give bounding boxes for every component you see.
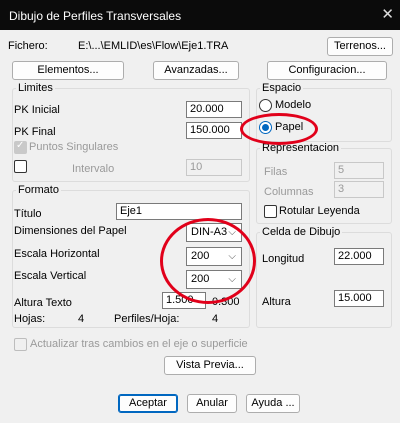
fichero-path: E:\...\EMLID\es\Flow\Eje1.TRA	[78, 40, 229, 52]
pk-inicial-input[interactable]: 20.000	[186, 101, 242, 118]
avanzadas-button[interactable]: Avanzadas...	[153, 61, 239, 80]
puntos-singulares-label: Puntos Singulares	[29, 141, 119, 153]
pk-final-input[interactable]: 150.000	[186, 122, 242, 139]
filas-label: Filas	[264, 166, 288, 178]
espacio-title: Espacio	[260, 82, 304, 94]
columnas-input[interactable]: 3	[334, 181, 384, 198]
perfiles-hoja-value: 4	[212, 313, 219, 325]
limites-title: Limites	[16, 82, 55, 94]
rotular-leyenda-label: Rotular Leyenda	[279, 205, 360, 217]
escala-vertical-value: 200	[191, 273, 210, 285]
intervalo-label: Intervalo	[72, 163, 115, 175]
pk-final-label: PK Final	[14, 126, 56, 138]
modelo-label: Modelo	[275, 99, 312, 111]
intervalo-checkbox[interactable]	[14, 160, 27, 173]
dimensiones-select[interactable]: DIN-A3 ⌵	[186, 223, 242, 242]
celda-title: Celda de Dibujo	[260, 226, 343, 238]
hojas-value: 4	[78, 313, 85, 325]
configuracion-button[interactable]: Configuracion...	[267, 61, 387, 80]
altura-texto-input[interactable]: 1.500	[162, 292, 206, 309]
altura-input[interactable]: 15.000	[334, 290, 384, 307]
actualizar-checkbox[interactable]	[14, 338, 27, 351]
close-icon[interactable]: ✕	[381, 5, 394, 23]
altura-texto-label: Altura Texto	[14, 297, 72, 309]
modelo-radio[interactable]	[259, 99, 272, 112]
elementos-button[interactable]: Elementos...	[12, 61, 124, 80]
espacio-group	[256, 88, 392, 142]
longitud-label: Longitud	[262, 253, 305, 265]
columnas-label: Columnas	[264, 186, 314, 198]
intervalo-input[interactable]: 10	[186, 159, 242, 176]
chevron-down-icon: ⌵	[228, 274, 236, 285]
escala-horizontal-select[interactable]: 200 ⌵	[186, 247, 242, 266]
titulo-label: Título	[14, 208, 42, 220]
filas-input[interactable]: 5	[334, 162, 384, 179]
formato-title: Formato	[16, 184, 61, 196]
ayuda-button[interactable]: Ayuda ...	[246, 394, 300, 413]
altura-label: Altura	[262, 296, 291, 308]
altura-texto-extra: 0.300	[212, 296, 240, 308]
escala-vertical-select[interactable]: 200 ⌵	[186, 270, 242, 289]
perfiles-hoja-label: Perfiles/Hoja:	[114, 313, 180, 325]
anular-button[interactable]: Anular	[187, 394, 237, 413]
escala-horizontal-value: 200	[191, 250, 210, 262]
aceptar-button[interactable]: Aceptar	[118, 394, 178, 413]
representacion-title: Representacion	[260, 142, 342, 154]
dimensiones-label: Dimensiones del Papel	[14, 225, 127, 237]
title-bar: Dibujo de Perfiles Transversales ✕	[0, 0, 400, 30]
actualizar-label: Actualizar tras cambios en el eje o supe…	[30, 338, 248, 350]
escala-vertical-label: Escala Vertical	[14, 270, 87, 282]
fichero-label: Fichero:	[8, 40, 48, 52]
chevron-down-icon: ⌵	[228, 251, 236, 262]
titulo-input[interactable]: Eje1	[116, 203, 242, 220]
chevron-down-icon: ⌵	[228, 227, 236, 238]
escala-horizontal-label: Escala Horizontal	[14, 248, 100, 260]
puntos-singulares-checkbox[interactable]	[14, 140, 27, 154]
papel-radio[interactable]	[259, 121, 272, 134]
pk-inicial-label: PK Inicial	[14, 104, 60, 116]
longitud-input[interactable]: 22.000	[334, 248, 384, 265]
dimensiones-value: DIN-A3	[191, 226, 228, 238]
rotular-leyenda-checkbox[interactable]	[264, 205, 277, 218]
celda-group	[256, 232, 392, 328]
window-title: Dibujo de Perfiles Transversales	[9, 9, 182, 23]
terrenos-button[interactable]: Terrenos...	[327, 37, 393, 56]
vista-previa-button[interactable]: Vista Previa...	[164, 356, 256, 375]
hojas-label: Hojas:	[14, 313, 46, 325]
papel-label: Papel	[275, 121, 304, 133]
